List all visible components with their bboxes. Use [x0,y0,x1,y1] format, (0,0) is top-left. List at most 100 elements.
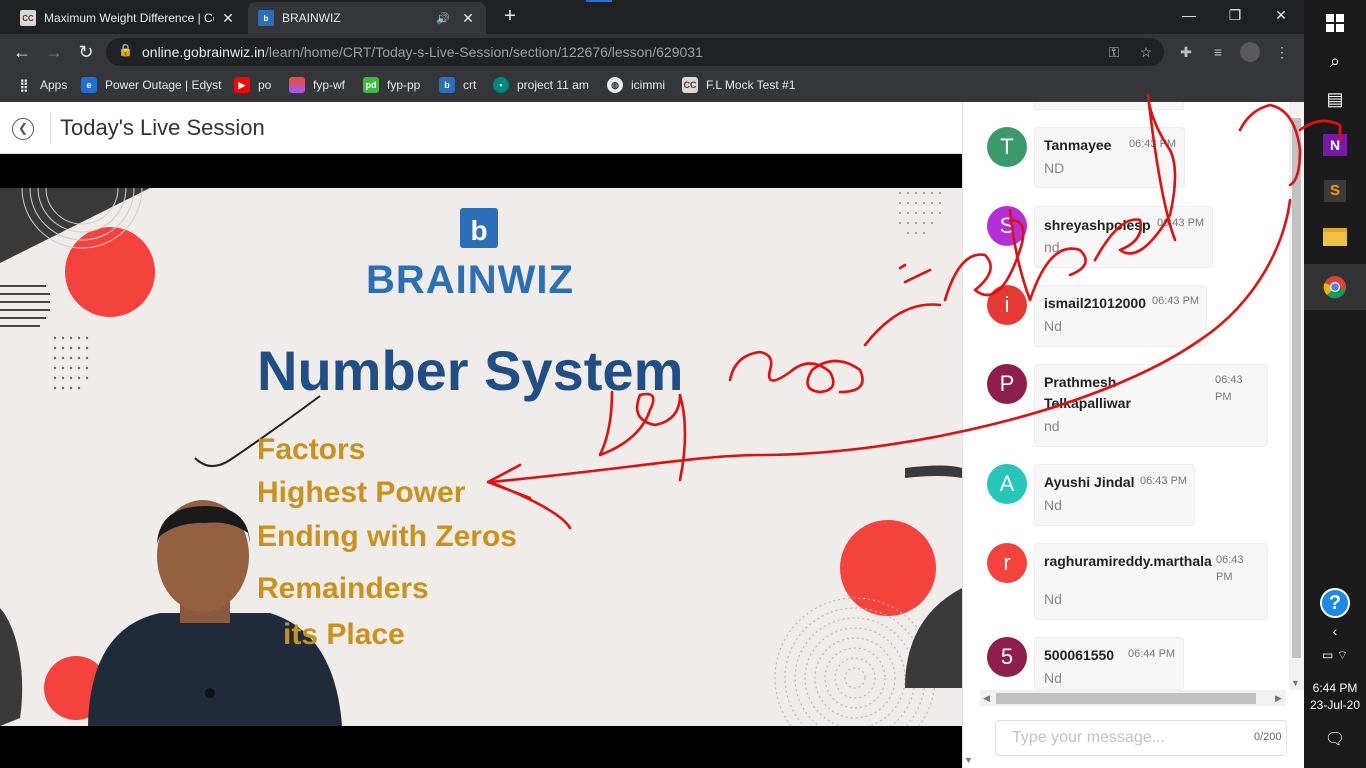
tab-brainwiz[interactable]: b BRAINWIZ 🔊 ✕ [248,2,486,34]
close-tab-icon[interactable]: ✕ [460,10,476,27]
back-icon[interactable]: ← [10,40,34,64]
url-text[interactable]: online.gobrainwiz.in/learn/home/CRT/Toda… [142,44,703,60]
back-button[interactable]: ❮ [12,118,34,140]
message-time: 06:44 PM [1128,648,1176,660]
codechef-icon: CC [20,10,36,26]
close-tab-icon[interactable]: ✕ [220,10,236,27]
chrome-icon[interactable] [1304,264,1366,310]
profile-avatar[interactable] [1240,42,1260,62]
speaker-icon[interactable]: 🔊 [436,12,450,25]
page-title: Today's Live Session [60,115,265,140]
onenote-icon[interactable]: N [1304,122,1366,168]
message-text: nd [1044,239,1060,255]
bookmark-edyst[interactable]: e Power Outage | Edyst [81,74,222,96]
tab-codechef[interactable]: CC Maximum Weight Difference | Co ✕ [10,2,246,34]
page-scroll-down-icon[interactable]: ▼ [964,755,973,765]
scroll-right-icon[interactable]: ▶ [1275,693,1282,704]
chat-scrollbar-thumb[interactable] [1292,118,1301,658]
task-view-icon[interactable]: ▤ [1304,76,1366,122]
slide-brand: BRAINWIZ [366,258,574,302]
close-window-button[interactable]: ✕ [1258,0,1304,30]
chat-input-placeholder: Type your message... [1012,729,1165,746]
bookmark-apps[interactable]: ⣿ Apps [16,74,68,96]
bookmark-project[interactable]: ▪ project 11 am [493,74,589,96]
message-time: 06:43 PM [1215,374,1243,403]
bookmark-label: Power Outage | Edyst [105,78,222,92]
minimize-button[interactable]: — [1166,0,1212,30]
media-indicator [586,0,612,2]
svg-text:b: b [470,215,487,246]
bookmark-label: Apps [40,78,68,92]
message-time: 06:43 PM [1216,554,1244,583]
new-tab-button[interactable]: + [498,4,522,28]
key-icon[interactable]: ⚿ [1104,42,1124,62]
star-icon[interactable]: ☆ [1136,42,1156,62]
tab-title: BRAINWIZ [282,11,341,25]
message-time: 06:43 PM [1140,475,1188,487]
pd-icon: pd [363,77,379,93]
globe-icon: ◍ [607,77,623,93]
bookmark-label: fyp-wf [313,78,346,92]
bookmark-icimmi[interactable]: ◍ icimmi [607,74,665,96]
battery-wifi-icon[interactable]: ▭ ⌔ [1304,632,1366,678]
message-text: Nd [1044,670,1062,686]
file-explorer-icon[interactable] [1304,214,1366,260]
bookmark-po[interactable]: ▶ po [234,74,271,96]
message-time: 06:43 PM [1157,217,1205,229]
slide-topic: Highest Power [257,476,466,509]
char-counter: 0/200 [1254,731,1282,743]
video-slide: b BRAINWIZ Number System Factors Highest… [0,188,962,726]
lock-icon[interactable]: 🔒 [118,43,133,59]
previous-message-bubble [1034,102,1184,110]
bookmark-label: project 11 am [517,78,589,92]
bookmark-crt[interactable]: b crt [439,74,476,96]
message-username: shreyashpolesp [1044,217,1151,233]
message-time: 06:43 PM [1152,295,1200,307]
message-username: ismail21012000 [1044,295,1146,311]
bookmark-label: icimmi [631,78,665,92]
sublime-icon[interactable]: S [1304,168,1366,214]
avatar: A [987,464,1027,504]
media-control-icon[interactable]: ≡ [1208,42,1228,62]
chat-horizontal-scrollbar-thumb[interactable] [996,693,1256,704]
restore-button[interactable]: ❐ [1212,0,1258,30]
scroll-left-icon[interactable]: ◀ [983,693,990,704]
message-username: 500061550 [1044,647,1115,663]
reload-icon[interactable]: ↻ [74,40,98,64]
slide-topic: Remainders [257,572,429,605]
scroll-down-icon[interactable]: ▼ [1291,678,1300,688]
bookmark-label: F.L Mock Test #1 [706,78,796,92]
avatar: r [987,543,1027,583]
bookmark-mock-test[interactable]: CC F.L Mock Test #1 [682,74,795,96]
slide-topic: Ending with Zeros [257,520,517,553]
avatar: P [987,364,1027,404]
message-username: Prathmesh Telkapalliwar [1044,374,1131,411]
slide-topic: Factors [257,433,366,466]
message-text: Nd [1044,591,1062,607]
bookmark-label: po [258,78,272,92]
forward-icon[interactable]: → [42,40,66,64]
bookmark-fyp-pp[interactable]: pd fyp-pp [363,74,420,96]
clock-time: 6:44 PM [1312,681,1358,695]
avatar: 5 [987,637,1027,677]
slide-topic: its Place [283,618,405,651]
tab-title: Maximum Weight Difference | Co [44,11,214,25]
brainwiz-icon: b [258,10,274,26]
meet-icon: ▪ [493,77,509,93]
notifications-icon[interactable]: 🗨 [1304,716,1366,762]
bookmark-label: fyp-pp [387,78,421,92]
message-username: Tanmayee [1044,137,1112,153]
youtube-icon: ▶ [234,77,250,93]
bookmark-fyp-wf[interactable]: fyp-wf [289,74,345,96]
edyst-icon: e [81,77,97,93]
menu-icon[interactable]: ⋮ [1272,42,1292,62]
taskbar-clock[interactable]: 6:44 PM 23-Jul-20 [1304,680,1366,714]
extensions-icon[interactable]: ✚ [1176,42,1196,62]
avatar: i [987,285,1027,325]
slide-heading: Number System [257,339,684,402]
figma-icon [289,77,305,93]
message-text: nd [1044,418,1060,434]
clock-date: 23-Jul-20 [1309,698,1361,712]
message-username: raghuramireddy.marthala [1044,553,1212,569]
header-divider [50,112,51,144]
